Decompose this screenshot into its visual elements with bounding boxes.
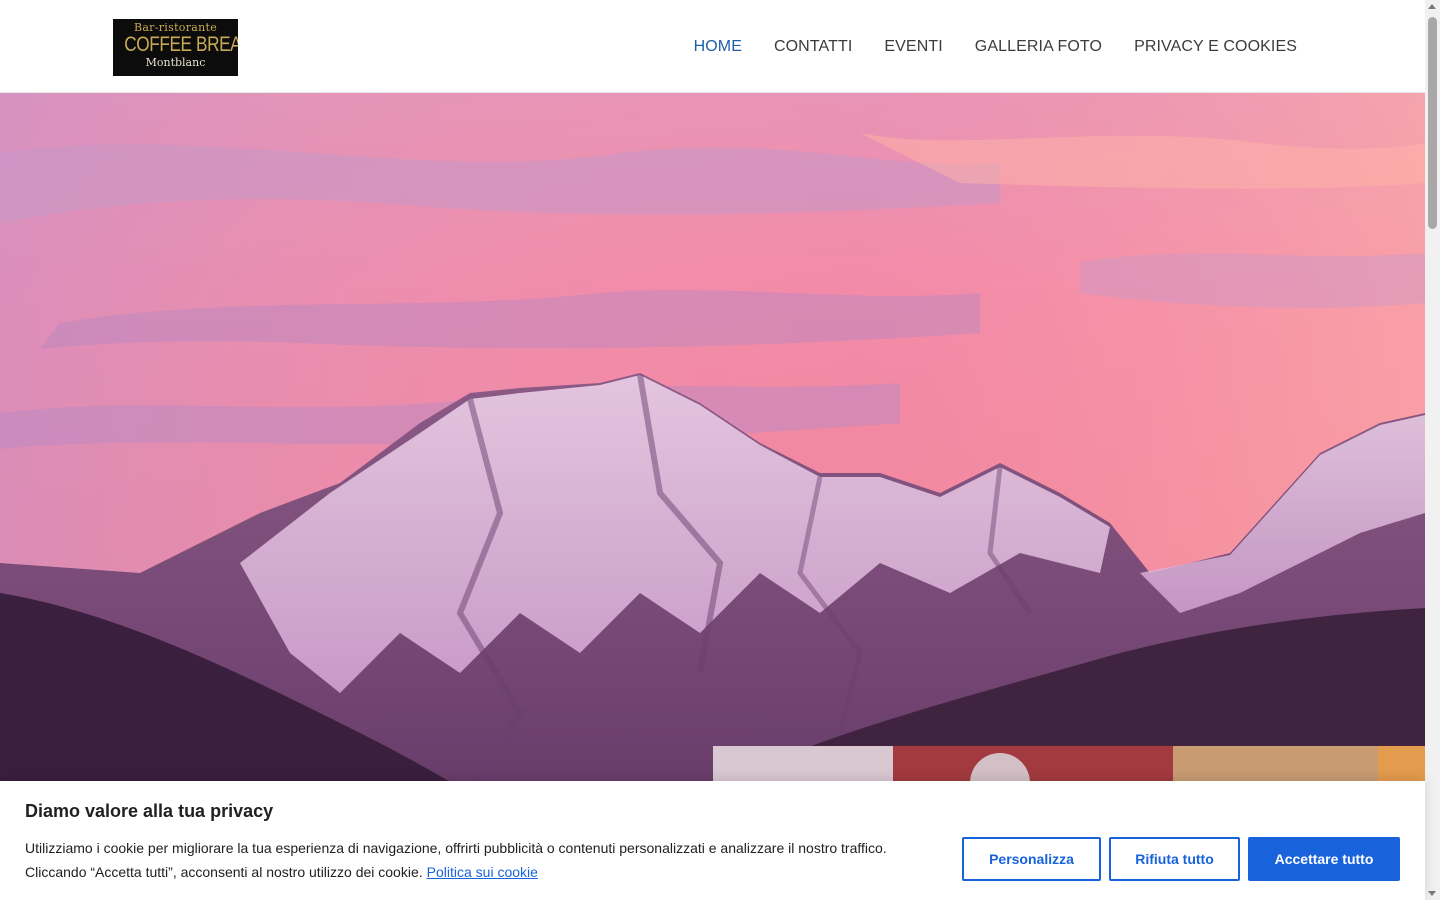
scroll-up-icon[interactable] <box>1428 4 1436 9</box>
site-header: Bar-ristorante COFFEE BREAK Montblanc HO… <box>0 0 1425 93</box>
cookie-banner: Diamo valore alla tua privacy Utilizziam… <box>0 781 1425 900</box>
customize-button[interactable]: Personalizza <box>962 837 1101 881</box>
page-scrollbar[interactable] <box>1425 0 1440 900</box>
logo[interactable]: Bar-ristorante COFFEE BREAK Montblanc <box>113 19 238 76</box>
accept-all-button[interactable]: Accettare tutto <box>1248 837 1400 881</box>
cookie-text: Utilizziamo i cookie per migliorare la t… <box>25 836 925 884</box>
nav-item-contatti[interactable]: CONTATTI <box>774 36 852 58</box>
logo-line-2: COFFEE BREAK <box>124 33 238 56</box>
logo-line-3: Montblanc <box>145 56 206 69</box>
nav-item-galleria-foto[interactable]: GALLERIA FOTO <box>975 36 1102 58</box>
scroll-down-icon[interactable] <box>1428 891 1436 896</box>
nav-item-home[interactable]: HOME <box>694 36 742 58</box>
hero-image <box>0 93 1425 900</box>
scrollbar-thumb[interactable] <box>1428 17 1437 229</box>
cookie-text-line-1: Utilizziamo i cookie per migliorare la t… <box>25 840 887 856</box>
nav-item-eventi[interactable]: EVENTI <box>884 36 942 58</box>
mountain-sunset-image <box>0 93 1425 900</box>
nav-item-privacy-cookies[interactable]: PRIVACY E COOKIES <box>1134 36 1297 58</box>
cookie-title: Diamo valore alla tua privacy <box>25 801 274 821</box>
main-nav: HOME CONTATTI EVENTI GALLERIA FOTO PRIVA… <box>694 36 1297 58</box>
cookie-text-line-2: Cliccando “Accetta tutti”, acconsenti al… <box>25 864 423 880</box>
cookie-policy-link[interactable]: Politica sui cookie <box>427 864 538 880</box>
reject-all-button[interactable]: Rifiuta tutto <box>1109 837 1240 881</box>
